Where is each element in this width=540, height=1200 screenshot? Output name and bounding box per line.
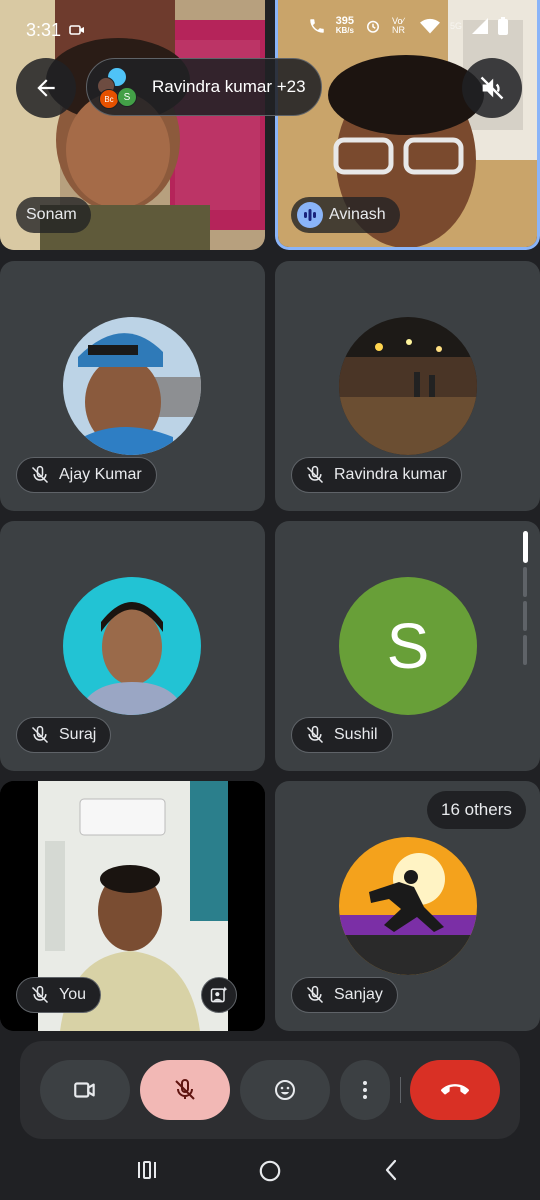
home-icon[interactable] [257, 1158, 283, 1184]
participants-chip[interactable]: Bc S Ravindra kumar +23 [86, 58, 322, 116]
participant-name: You [59, 986, 86, 1003]
participant-name: Sushil [334, 726, 378, 743]
participant-name-pill: Ajay Kumar [16, 457, 157, 493]
data-speed: 395 KB/s [335, 15, 354, 36]
participant-name-pill: Ravindra kumar [291, 457, 462, 493]
participant-name: Ajay Kumar [59, 466, 142, 483]
status-time: 3:31 [26, 20, 85, 41]
mic-off-icon [302, 722, 328, 748]
others-count-badge[interactable]: 16 others [427, 791, 526, 829]
wifi-icon [419, 18, 440, 34]
meet-call-screen: Sonam Avinash 3:31 395 KB/s Vo∕ NR 5G Bc… [0, 0, 540, 1200]
participant-name: Ravindra kumar [334, 466, 447, 483]
reactions-button[interactable] [240, 1060, 330, 1120]
videocam-icon [74, 1082, 95, 1098]
speaker-off-button[interactable] [462, 58, 522, 118]
participant-avatar [339, 317, 477, 455]
participant-name-pill: Sanjay [291, 977, 398, 1013]
participant-name: Sanjay [334, 986, 383, 1003]
participant-avatar [63, 577, 201, 715]
participant-tile-ravindra-kumar[interactable]: Ravindra kumar [275, 261, 540, 511]
participant-tile-sanjay[interactable]: 16 others Sanjay [275, 781, 540, 1031]
participant-tile-you[interactable]: You [0, 781, 265, 1031]
mic-toggle-button[interactable] [140, 1060, 230, 1120]
back-nav-icon[interactable] [380, 1158, 404, 1182]
more-vert-icon [363, 1081, 367, 1099]
participant-name-pill: Avinash [291, 197, 400, 233]
mic-off-icon [27, 462, 53, 488]
end-call-button[interactable] [410, 1060, 500, 1120]
mic-off-icon [175, 1079, 195, 1100]
scroll-indicator[interactable] [523, 531, 529, 667]
participant-tile-suraj[interactable]: Suraj [0, 521, 265, 771]
participant-avatar-stack: Bc S [95, 65, 139, 109]
participant-tile-sushil[interactable]: S Sushil [275, 521, 540, 771]
back-button[interactable] [16, 58, 76, 118]
emoji-icon [275, 1080, 295, 1100]
video-call-status-icon [69, 25, 85, 35]
participant-name: Suraj [59, 726, 97, 743]
call-controls-bar [20, 1041, 520, 1139]
alarm-icon [366, 20, 379, 33]
mini-avatar-initials: Bc [99, 89, 119, 109]
more-options-button[interactable] [340, 1060, 390, 1120]
wifi-calling-icon [309, 19, 324, 33]
controls-divider [400, 1077, 401, 1103]
camera-toggle-button[interactable] [40, 1060, 130, 1120]
mini-avatar-initials: S [117, 87, 137, 107]
signal-icon [472, 18, 488, 34]
participant-name-pill: Suraj [16, 717, 112, 753]
system-navigation-bar [0, 1142, 540, 1200]
participant-avatar [339, 837, 477, 975]
recent-apps-icon[interactable] [135, 1158, 159, 1182]
participant-avatar [63, 317, 201, 455]
participant-name: Avinash [329, 206, 386, 223]
signal-type: 5G [449, 21, 462, 31]
mic-off-icon [302, 982, 328, 1008]
battery-icon [498, 17, 508, 35]
participant-tile-avinash[interactable]: Avinash [275, 0, 540, 250]
mic-off-icon [27, 722, 53, 748]
network-type: Vo∕ NR [391, 16, 405, 35]
speaking-indicator-icon [297, 202, 323, 228]
participant-tile-ajay-kumar[interactable]: Ajay Kumar [0, 261, 265, 511]
participant-name-pill: You [16, 977, 101, 1013]
participant-initial-avatar: S [339, 577, 477, 715]
call-end-icon [441, 1084, 469, 1095]
image-sparkle-icon [210, 986, 228, 1003]
avatar-initial: S [386, 610, 430, 682]
participant-name-pill: Sushil [291, 717, 393, 753]
status-icons: 395 KB/s Vo∕ NR 5G [308, 16, 508, 36]
arrow-back-icon [37, 79, 55, 97]
participant-name-pill: Sonam [16, 197, 91, 233]
participants-label: Ravindra kumar +23 [152, 77, 306, 96]
mic-off-icon [27, 982, 53, 1008]
speaker-off-icon [480, 76, 504, 100]
background-effects-button[interactable] [201, 977, 237, 1013]
participant-name: Sonam [26, 206, 77, 223]
mic-off-icon [302, 462, 328, 488]
